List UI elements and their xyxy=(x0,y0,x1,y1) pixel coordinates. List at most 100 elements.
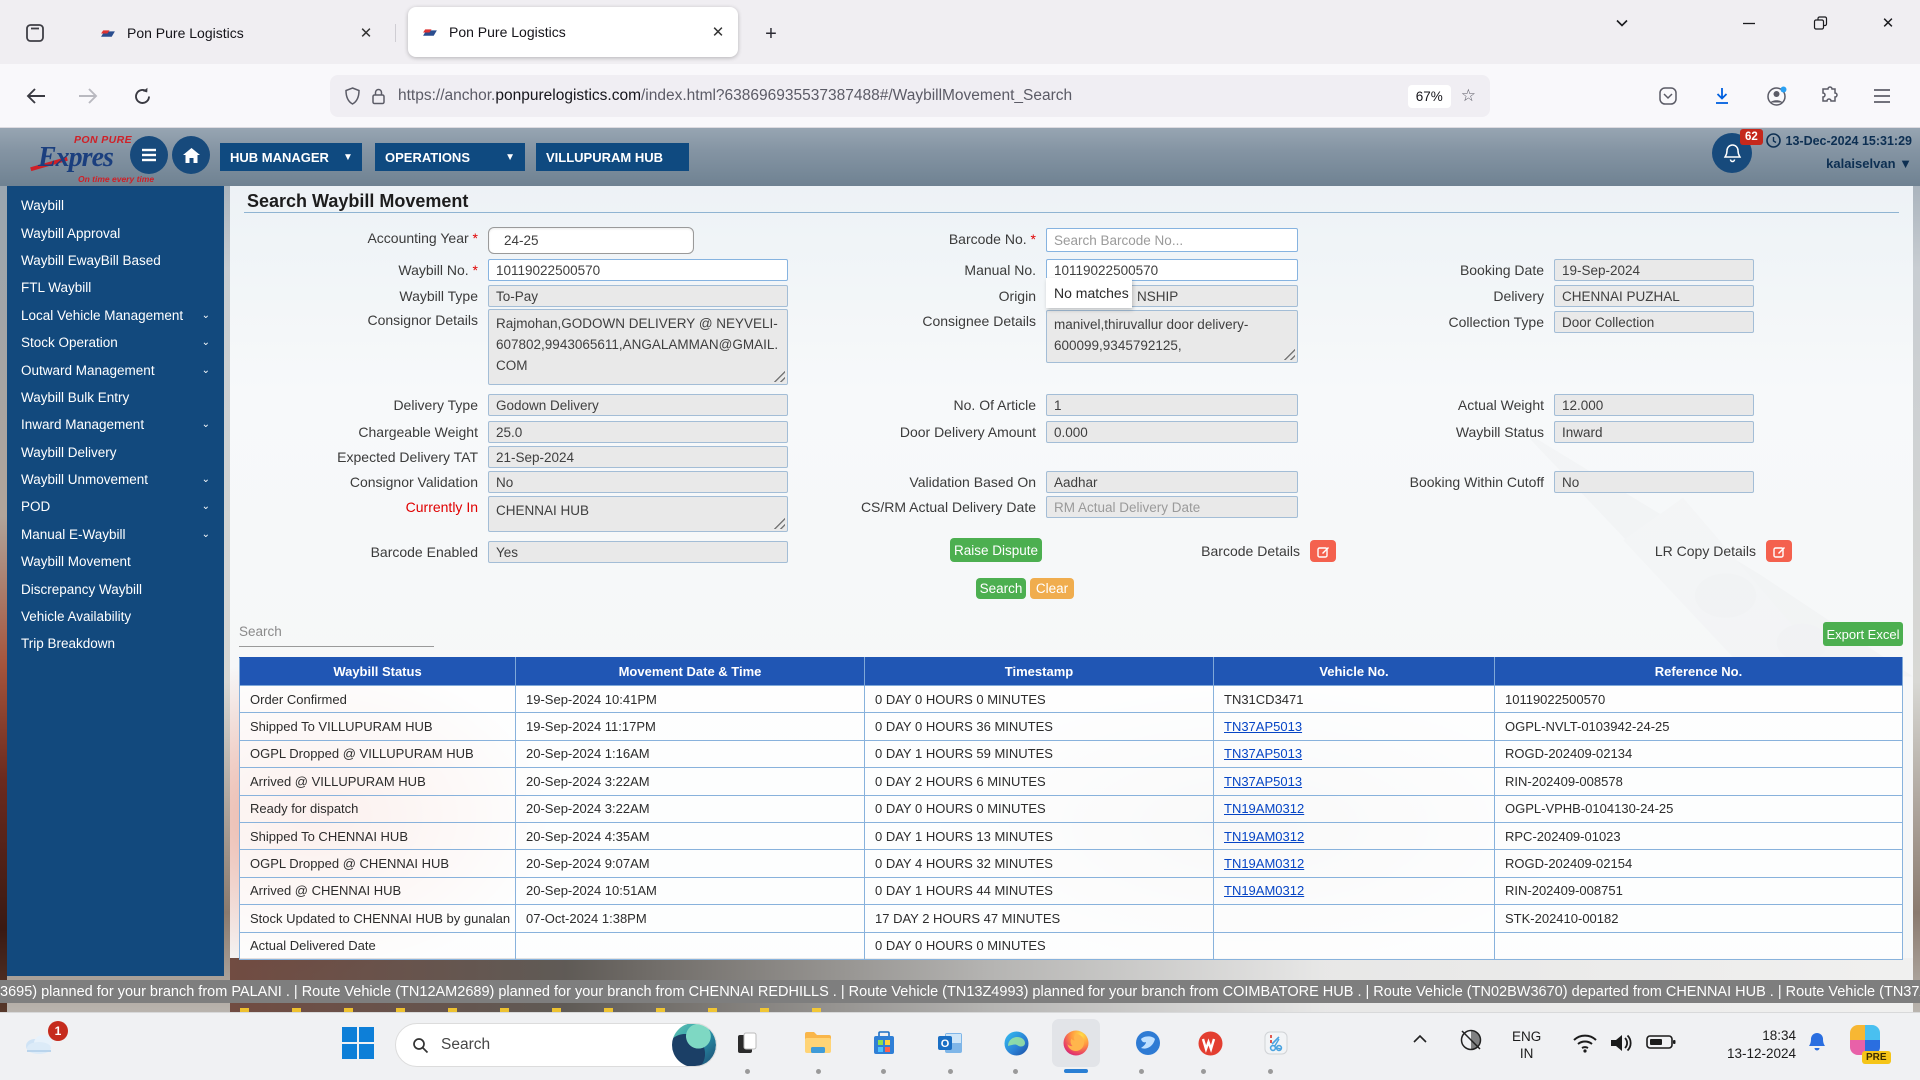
field-input-barcode-enabled[interactable]: Yes xyxy=(488,541,788,563)
table-column-header[interactable]: Timestamp xyxy=(865,658,1214,686)
sidebar-item-manual-e-waybill[interactable]: Manual E-Waybill⌄ xyxy=(7,521,224,548)
sidebar-item-label: Inward Management xyxy=(21,417,144,432)
sidebar-item-vehicle-availability[interactable]: Vehicle Availability xyxy=(7,603,224,630)
field-input-booking-within-cutoff[interactable]: No xyxy=(1554,471,1754,493)
shield-icon[interactable] xyxy=(344,87,361,105)
resize-handle[interactable] xyxy=(772,516,785,529)
resize-handle[interactable] xyxy=(772,369,785,382)
sidebar-item-local-vehicle-management[interactable]: Local Vehicle Management⌄ xyxy=(7,302,224,329)
vehicle-link[interactable]: TN37AP5013 xyxy=(1224,746,1302,761)
home-icon[interactable] xyxy=(172,136,210,174)
sidebar-item-outward-management[interactable]: Outward Management⌄ xyxy=(7,356,224,383)
resize-handle[interactable] xyxy=(1282,347,1295,360)
field-input-expected-tat[interactable]: 21-Sep-2024 xyxy=(488,446,788,468)
table-column-header[interactable]: Reference No. xyxy=(1495,658,1903,686)
table-column-header[interactable]: Movement Date & Time xyxy=(516,658,865,686)
zoom-level-badge[interactable]: 67% xyxy=(1408,85,1451,108)
edge-icon[interactable] xyxy=(996,1023,1036,1063)
firefox-view-icon[interactable] xyxy=(18,16,52,50)
sidebar-item-label: Discrepancy Waybill xyxy=(21,582,142,597)
sidebar-item-waybill-movement[interactable]: Waybill Movement xyxy=(7,548,224,575)
wifi-icon[interactable] xyxy=(1572,1033,1598,1053)
extensions-icon[interactable] xyxy=(1814,80,1846,112)
lr-copy-details-edit-button[interactable] xyxy=(1766,540,1792,562)
vehicle-link[interactable]: TN19AM0312 xyxy=(1224,856,1304,871)
field-input-delivery[interactable]: CHENNAI PUZHAL xyxy=(1554,285,1754,307)
window-restore-button[interactable] xyxy=(1794,0,1846,46)
tab-active[interactable]: Pon Pure Logistics ✕ xyxy=(408,7,738,57)
sidebar-item-waybill-delivery[interactable]: Waybill Delivery xyxy=(7,439,224,466)
sidebar-item-waybill-unmovement[interactable]: Waybill Unmovement⌄ xyxy=(7,466,224,493)
tray-chevron-icon[interactable] xyxy=(1412,1033,1428,1045)
operations-dropdown[interactable]: OPERATIONS▼ xyxy=(375,143,525,171)
vehicle-link[interactable]: TN37AP5013 xyxy=(1224,774,1302,789)
vehicle-link[interactable]: TN37AP5013 xyxy=(1224,719,1302,734)
sidebar-item-waybill-bulk-entry[interactable]: Waybill Bulk Entry xyxy=(7,384,224,411)
wps-office-icon[interactable] xyxy=(1190,1023,1230,1063)
table-filter-input[interactable] xyxy=(239,646,434,647)
raise-dispute-button[interactable]: Raise Dispute xyxy=(950,538,1042,562)
field-input-actual-weight[interactable]: 12.000 xyxy=(1554,394,1754,416)
sidebar-item-pod[interactable]: POD⌄ xyxy=(7,493,224,520)
table-column-header[interactable]: Vehicle No. xyxy=(1214,658,1495,686)
downloads-icon[interactable] xyxy=(1706,80,1738,112)
forward-button[interactable] xyxy=(70,78,106,114)
new-tab-button[interactable]: + xyxy=(755,18,787,50)
sidebar-item-inward-management[interactable]: Inward Management⌄ xyxy=(7,411,224,438)
sidebar-item-stock-operation[interactable]: Stock Operation⌄ xyxy=(7,329,224,356)
field-input-barcode-no[interactable]: Search Barcode No... xyxy=(1046,228,1298,252)
hub-manager-dropdown[interactable]: HUB MANAGER▼ xyxy=(220,143,362,171)
tab-list-chevron-icon[interactable] xyxy=(1596,0,1648,46)
vehicle-link[interactable]: TN19AM0312 xyxy=(1224,829,1304,844)
volume-icon[interactable] xyxy=(1608,1032,1634,1054)
battery-icon[interactable] xyxy=(1646,1033,1676,1051)
chevron-down-icon: ⌄ xyxy=(202,310,210,321)
reload-button[interactable] xyxy=(124,78,160,114)
barcode-details-edit-button[interactable] xyxy=(1310,540,1336,562)
start-button[interactable] xyxy=(338,1023,378,1063)
sidebar-item-waybill-ewaybill-based[interactable]: Waybill EwayBill Based xyxy=(7,247,224,274)
outlook-icon[interactable]: O xyxy=(930,1023,970,1063)
clear-button[interactable]: Clear xyxy=(1030,578,1074,599)
bookmark-star-icon[interactable]: ☆ xyxy=(1461,86,1476,106)
field-input-accounting-year[interactable]: 24-25 xyxy=(488,227,694,254)
field-input-collection-type[interactable]: Door Collection xyxy=(1554,311,1754,333)
file-explorer-icon[interactable] xyxy=(798,1023,838,1063)
taskbar-search[interactable]: Search xyxy=(395,1023,717,1067)
search-button[interactable]: Search xyxy=(976,578,1026,599)
thunderbird-icon[interactable] xyxy=(1128,1023,1168,1063)
hamburger-menu-icon[interactable] xyxy=(130,136,168,174)
task-view-icon[interactable] xyxy=(728,1023,768,1063)
language-indicator[interactable]: ENGIN xyxy=(1512,1029,1541,1063)
tab-inactive[interactable]: Pon Pure Logistics ✕ xyxy=(86,12,386,54)
dnd-icon[interactable] xyxy=(1458,1027,1484,1053)
field-input-csrm-actual-delivery[interactable]: RM Actual Delivery Date xyxy=(1046,496,1298,518)
pocket-icon[interactable] xyxy=(1652,80,1684,112)
field-input-waybill-status[interactable]: Inward xyxy=(1554,421,1754,443)
sidebar-item-trip-breakdown[interactable]: Trip Breakdown xyxy=(7,630,224,657)
user-menu[interactable]: kalaiselvan ▼ xyxy=(1826,156,1912,171)
tab-close-icon[interactable]: ✕ xyxy=(352,19,380,47)
address-bar[interactable]: https://anchor.ponpurelogistics.com/inde… xyxy=(330,75,1490,117)
window-minimize-button[interactable] xyxy=(1723,0,1775,46)
window-close-button[interactable]: ✕ xyxy=(1862,0,1914,46)
tab-close-icon[interactable]: ✕ xyxy=(704,18,732,46)
field-input-booking-date[interactable]: 19-Sep-2024 xyxy=(1554,259,1754,281)
firefox-icon[interactable] xyxy=(1056,1023,1096,1063)
back-button[interactable] xyxy=(18,78,54,114)
vehicle-link[interactable]: TN19AM0312 xyxy=(1224,883,1304,898)
sidebar-item-discrepancy-waybill[interactable]: Discrepancy Waybill xyxy=(7,575,224,602)
microsoft-store-icon[interactable] xyxy=(864,1023,904,1063)
account-icon[interactable] xyxy=(1760,80,1792,112)
clock-date[interactable]: 18:3413-12-2024 xyxy=(1700,1027,1796,1062)
menu-icon[interactable] xyxy=(1866,80,1898,112)
export-excel-button[interactable]: Export Excel xyxy=(1823,622,1903,646)
snipping-tool-icon[interactable] xyxy=(1256,1023,1296,1063)
table-column-header[interactable]: Waybill Status xyxy=(240,658,516,686)
notification-bell-icon[interactable] xyxy=(1806,1030,1828,1054)
lock-icon[interactable] xyxy=(371,88,386,105)
sidebar-item-waybill[interactable]: Waybill xyxy=(7,192,224,219)
vehicle-link[interactable]: TN19AM0312 xyxy=(1224,801,1304,816)
sidebar-item-waybill-approval[interactable]: Waybill Approval xyxy=(7,219,224,246)
sidebar-item-ftl-waybill[interactable]: FTL Waybill xyxy=(7,274,224,301)
